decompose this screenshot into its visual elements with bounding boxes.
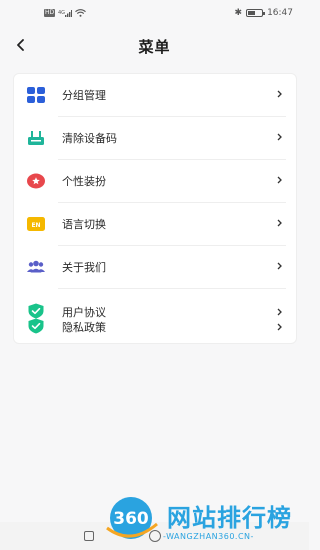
- menu-item-privacy-policy[interactable]: 隐私政策: [14, 318, 298, 334]
- shield-check-icon: [28, 318, 44, 334]
- status-time: 16:47: [267, 8, 293, 18]
- watermark-name: 网站排行榜: [167, 504, 292, 532]
- signal-icon: 4G: [58, 10, 73, 17]
- team-icon: [27, 260, 45, 273]
- menu-item-label: 语言切换: [62, 218, 106, 231]
- status-right: ✱ 16:47: [235, 8, 293, 18]
- chevron-right-icon: [277, 176, 282, 184]
- menu-item-clear-device-code[interactable]: 清除设备码: [14, 117, 298, 160]
- chevron-right-icon: [277, 219, 282, 227]
- chevron-right-icon: [277, 90, 282, 98]
- theme-icon: [27, 173, 45, 189]
- hd-badge: HD: [44, 9, 56, 17]
- nav-bar: 菜单: [0, 26, 309, 64]
- language-badge-text: EN: [31, 222, 40, 229]
- battery-icon: [246, 9, 266, 17]
- menu-item-label: 清除设备码: [62, 132, 117, 145]
- menu-card: 分组管理 清除设备码 个性装扮 EN 语言切换 关于我们 用户协议 隐私政策: [13, 73, 297, 344]
- page-title: 菜单: [138, 38, 171, 56]
- watermark-url: -WANGZHAN360.CN-: [163, 532, 254, 541]
- status-left: HD 4G: [44, 9, 87, 17]
- menu-item-label: 个性装扮: [62, 175, 106, 188]
- menu-item-label: 关于我们: [62, 261, 106, 274]
- status-bar: HD 4G ✱ 16:47: [0, 0, 309, 26]
- chevron-right-icon: [277, 133, 282, 141]
- device-clear-icon: [28, 131, 44, 145]
- menu-item-user-agreement[interactable]: 用户协议: [14, 303, 298, 319]
- group-grid-icon: [27, 87, 45, 103]
- menu-item-group-management[interactable]: 分组管理: [14, 74, 298, 117]
- legal-items: 用户协议 隐私政策: [14, 295, 298, 339]
- chevron-right-icon: [277, 262, 282, 270]
- chevron-right-icon: [277, 308, 282, 316]
- wifi-icon: [75, 9, 87, 17]
- watermark-logo-number: 360: [113, 509, 149, 529]
- menu-item-personalize[interactable]: 个性装扮: [14, 160, 298, 203]
- menu-item-label: 隐私政策: [62, 321, 106, 334]
- menu-item-about-us[interactable]: 关于我们: [14, 246, 298, 289]
- watermark: 360 网站排行榜 -WANGZHAN360.CN-: [85, 488, 309, 550]
- battery-fill: [248, 11, 256, 15]
- divider: [58, 288, 286, 289]
- svg-text:4G: 4G: [58, 10, 65, 16]
- chevron-right-icon: [277, 323, 282, 331]
- menu-item-label: 分组管理: [62, 89, 106, 102]
- shield-check-icon: [28, 303, 44, 319]
- menu-item-language[interactable]: EN 语言切换: [14, 203, 298, 246]
- bluetooth-icon: ✱: [234, 8, 243, 18]
- language-en-icon: EN: [27, 217, 45, 231]
- watermark-logo-icon: 360: [106, 497, 158, 539]
